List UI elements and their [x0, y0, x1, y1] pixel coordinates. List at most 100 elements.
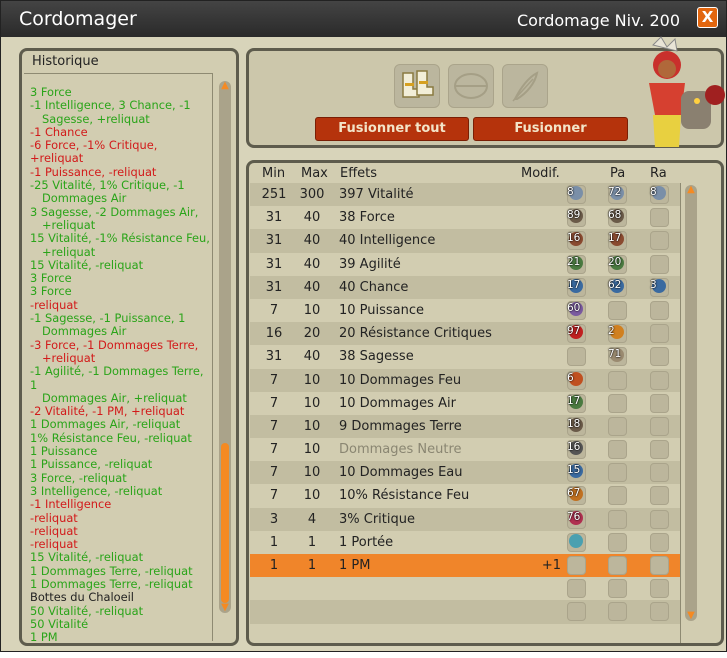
rune-icon[interactable]: 8 — [566, 184, 586, 203]
table-row[interactable]: 7 10 Dommages Neutre 16 — [250, 438, 680, 461]
rune-icon[interactable]: 71 — [607, 346, 627, 365]
rune-slot[interactable] — [650, 509, 669, 529]
rune-slot[interactable] — [650, 416, 669, 436]
rune-icon[interactable]: 17 — [566, 393, 586, 412]
history-scrollbar[interactable]: ▲ ▼ — [219, 81, 231, 613]
rune-slot[interactable] — [650, 486, 669, 506]
table-row[interactable]: 31 40 40 Intelligence 16 17 — [250, 229, 680, 253]
rune-icon[interactable] — [566, 532, 586, 551]
table-row[interactable]: 3 4 3% Critique 76 — [250, 507, 680, 531]
rune-slot[interactable] — [608, 463, 627, 483]
fuse-all-button[interactable]: Fusionner tout — [315, 117, 469, 141]
row-min: 31 — [265, 349, 283, 365]
table-row[interactable]: 31 40 39 Agilité 21 20 — [250, 253, 680, 276]
rune-slot[interactable] — [608, 579, 627, 599]
rune-slot[interactable] — [608, 532, 627, 552]
rune-slot[interactable] — [650, 602, 669, 622]
rune-slot[interactable] — [650, 579, 669, 599]
table-row[interactable]: 16 20 20 Résistance Critiques 97 2 — [250, 322, 680, 346]
table-row[interactable]: 31 40 38 Force 89 68 — [250, 206, 680, 229]
history-entry: 1 Puissance — [30, 444, 212, 458]
rune-slot[interactable] — [650, 532, 669, 552]
rune-icon[interactable]: 17 — [566, 277, 586, 296]
rune-slot[interactable] — [650, 324, 669, 344]
rune-icon[interactable]: 89 — [566, 207, 586, 226]
rune-slot[interactable] — [448, 64, 494, 108]
rune-icon[interactable]: 68 — [607, 207, 627, 226]
rune-slot[interactable] — [650, 231, 669, 251]
rune-icon[interactable]: 76 — [566, 509, 586, 528]
history-scroll-thumb[interactable] — [221, 443, 229, 603]
close-icon[interactable]: X — [697, 7, 718, 28]
table-row[interactable]: 31 40 40 Chance 17 62 3 — [250, 275, 680, 299]
rune-icon[interactable]: 21 — [566, 254, 586, 273]
table-row[interactable]: 7 10 10 Dommages Air 17 — [250, 392, 680, 415]
rune-slot[interactable] — [608, 556, 627, 575]
table-row[interactable]: 7 10 10 Dommages Feu 6 — [250, 368, 680, 392]
rune-icon[interactable]: 72 — [607, 184, 627, 203]
rune-slot[interactable] — [608, 440, 627, 460]
table-row[interactable]: 7 10 9 Dommages Terre 18 — [250, 414, 680, 439]
rune-slot[interactable] — [608, 602, 627, 622]
rune-slot[interactable] — [650, 393, 669, 413]
rune-icon[interactable]: 6 — [566, 370, 586, 389]
rune-icon[interactable]: 67 — [566, 485, 586, 504]
rune-slot[interactable] — [608, 509, 627, 529]
rune-slot[interactable] — [650, 463, 669, 483]
rune-icon[interactable]: 8 — [649, 184, 669, 203]
rune-icon[interactable]: 60 — [566, 300, 586, 319]
table-row[interactable]: 1 1 1 PM +1 — [250, 554, 680, 578]
item-slot[interactable] — [394, 64, 440, 108]
rune-icon[interactable]: 97 — [566, 323, 586, 342]
rune-slot[interactable] — [608, 416, 627, 436]
table-row[interactable]: 7 10 10 Dommages Eau 15 — [250, 461, 680, 485]
rune-icon[interactable]: 62 — [607, 277, 627, 296]
table-scrollbar[interactable]: ▲ ▼ — [685, 185, 697, 621]
scroll-up-icon[interactable]: ▲ — [685, 185, 697, 195]
rune-slot[interactable] — [608, 370, 627, 390]
rune-icon[interactable]: 20 — [607, 254, 627, 273]
row-effect: Dommages Neutre — [339, 442, 462, 458]
rune-slot[interactable] — [650, 254, 669, 274]
table-row[interactable]: 31 40 38 Sagesse 71 — [250, 345, 680, 368]
rune-slot[interactable] — [608, 300, 627, 320]
rune-slot[interactable] — [650, 556, 669, 575]
history-entry-text: 50 Vitalité, -reliquat — [30, 603, 144, 618]
rune-icon[interactable]: 18 — [566, 416, 586, 435]
table-row[interactable]: 7 10 10% Résistance Feu 67 — [250, 484, 680, 507]
rune-slot[interactable] — [608, 393, 627, 413]
rune-icon[interactable]: 15 — [566, 462, 586, 481]
scroll-down-icon[interactable]: ▼ — [219, 603, 231, 613]
table-row[interactable] — [250, 577, 680, 600]
table-row[interactable]: 1 1 1 Portée — [250, 531, 680, 554]
history-entry: -1 Intelligence, 3 Chance, -1 Sagesse, +r… — [30, 99, 212, 126]
potion-slot[interactable] — [502, 64, 548, 108]
rune-slot[interactable] — [567, 602, 586, 622]
history-entry-text: 3 Force — [30, 85, 72, 99]
table-row[interactable]: 7 10 10 Puissance 60 — [250, 299, 680, 322]
rune-slot[interactable] — [608, 486, 627, 506]
scroll-up-icon[interactable]: ▲ — [219, 81, 231, 91]
rune-icon[interactable]: 16 — [566, 230, 586, 249]
row-min: 7 — [269, 302, 279, 318]
table-row[interactable]: 251 300 397 Vitalité 8 72 8 — [250, 183, 680, 207]
scroll-down-icon[interactable]: ▼ — [685, 611, 697, 621]
history-entry-text: 15 Vitalité, -reliquat — [30, 550, 144, 565]
history-entry: 50 Vitalité — [30, 617, 212, 631]
fuse-button[interactable]: Fusionner — [473, 117, 628, 141]
rune-slot[interactable] — [567, 579, 586, 599]
history-entry-text: -25 Vitalité, 1% Critique, -1 — [30, 178, 185, 193]
rune-slot[interactable] — [650, 440, 669, 460]
rune-slot[interactable] — [650, 347, 669, 367]
rune-slot[interactable] — [650, 208, 669, 228]
rune-icon[interactable]: 3 — [649, 277, 669, 296]
rune-slot[interactable] — [567, 556, 586, 575]
rune-icon[interactable]: 2 — [607, 323, 627, 342]
rune-slot[interactable] — [650, 370, 669, 390]
title-bar[interactable]: Cordomager Cordomage Niv. 200 X — [1, 1, 726, 37]
rune-icon[interactable]: 16 — [566, 439, 586, 458]
rune-slot[interactable] — [567, 347, 586, 367]
rune-icon[interactable]: 17 — [607, 230, 627, 249]
rune-slot[interactable] — [650, 300, 669, 320]
table-row[interactable] — [250, 600, 680, 624]
